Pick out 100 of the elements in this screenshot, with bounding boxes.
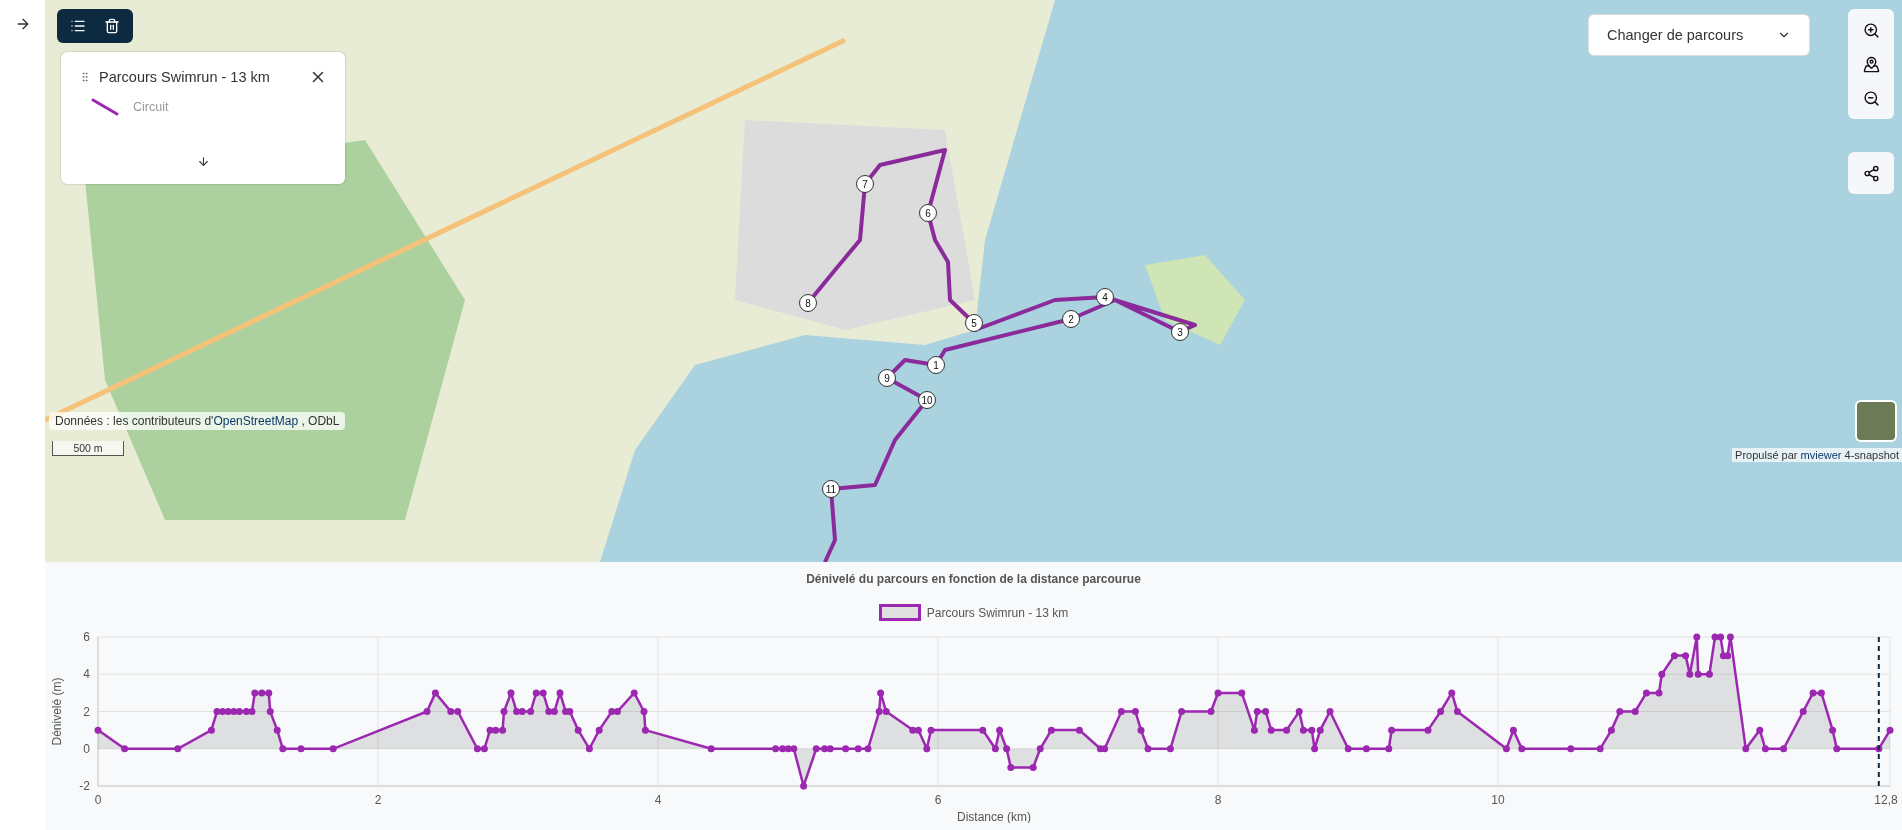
- data-point: [864, 745, 872, 753]
- arrow-down-icon[interactable]: [196, 155, 210, 168]
- data-point: [1655, 689, 1663, 697]
- data-point: [1631, 708, 1639, 715]
- x-tick-label: 4: [654, 793, 662, 807]
- basemap-thumbnail[interactable]: [1855, 400, 1897, 442]
- data-point: [1448, 689, 1456, 697]
- data-point: [1311, 745, 1319, 753]
- drag-handle-icon[interactable]: [79, 71, 91, 83]
- mviewer-link[interactable]: mviewer: [1800, 449, 1842, 461]
- data-point: [1705, 670, 1713, 678]
- x-tick-label: 10: [1491, 793, 1505, 807]
- data-point: [1509, 726, 1517, 734]
- data-point: [1424, 726, 1432, 734]
- data-point: [1761, 745, 1769, 753]
- data-point: [574, 726, 582, 734]
- data-point: [1250, 726, 1258, 734]
- data-point: [1567, 745, 1575, 753]
- data-point: [1047, 726, 1055, 734]
- data-point: [854, 745, 862, 753]
- data-point: [1693, 633, 1701, 641]
- route-select[interactable]: Changer de parcours: [1588, 14, 1810, 56]
- data-point: [1875, 745, 1883, 753]
- data-point: [1007, 763, 1015, 771]
- data-point: [1029, 763, 1037, 771]
- data-point: [329, 745, 337, 753]
- data-point: [1178, 708, 1186, 715]
- data-point: [1799, 708, 1807, 715]
- data-point: [1658, 670, 1666, 678]
- data-point: [1502, 745, 1510, 753]
- data-point: [1207, 708, 1215, 715]
- data-point: [1144, 745, 1152, 753]
- data-point: [1131, 708, 1139, 715]
- y-tick-label: 2: [83, 704, 90, 719]
- y-tick-label: 6: [83, 630, 90, 644]
- openstreetmap-link[interactable]: OpenStreetMap: [213, 414, 299, 428]
- data-point: [266, 708, 274, 715]
- data-point: [279, 745, 287, 753]
- y-tick-label: -2: [79, 779, 90, 793]
- data-point: [641, 726, 649, 734]
- scale-bar: 500 m: [52, 441, 124, 456]
- x-tick-label: 12,8: [1874, 793, 1898, 807]
- data-point: [273, 726, 281, 734]
- panel-title: Parcours Swimrun - 13 km: [99, 69, 271, 85]
- x-tick-label: 2: [374, 793, 382, 807]
- data-point: [500, 708, 508, 715]
- legend-swatch: [878, 604, 921, 621]
- data-point: [1437, 708, 1445, 715]
- data-point: [1003, 745, 1011, 753]
- data-point: [1385, 745, 1393, 753]
- y-tick-label: 4: [83, 667, 90, 682]
- data-point: [630, 689, 638, 697]
- data-point: [1137, 726, 1145, 734]
- data-point: [1886, 726, 1894, 734]
- data-point: [707, 745, 715, 753]
- data-point: [877, 689, 885, 697]
- data-point: [431, 689, 439, 697]
- data-point: [1833, 745, 1841, 753]
- data-point: [207, 726, 215, 734]
- data-point: [1756, 726, 1764, 734]
- data-point: [1075, 726, 1083, 734]
- data-point: [1642, 689, 1650, 697]
- data-point: [1780, 745, 1788, 753]
- chart-title: Dénivelé du parcours en fonction de la distance parcourue: [806, 572, 1141, 586]
- layer-label: Circuit: [133, 100, 169, 114]
- data-point: [1117, 708, 1125, 715]
- data-point: [1344, 745, 1352, 753]
- data-point: [923, 745, 931, 753]
- data-point: [1362, 745, 1370, 753]
- data-point: [979, 726, 987, 734]
- data-point: [423, 708, 431, 715]
- data-point: [297, 745, 305, 753]
- data-point: [94, 726, 102, 734]
- data-point: [585, 745, 593, 753]
- data-point: [1742, 745, 1750, 753]
- legend-label: Parcours Swimrun - 13 km: [926, 605, 1069, 620]
- data-point: [842, 745, 850, 753]
- map-attribution: Données : les contributeurs d'OpenStreetMap , ODbL: [49, 412, 346, 430]
- data-point: [1596, 745, 1604, 753]
- data-point: [1238, 689, 1246, 697]
- y-axis-title: Dénivelé (m): [50, 677, 64, 746]
- data-point: [174, 745, 182, 753]
- data-point: [507, 689, 515, 697]
- data-point: [1283, 726, 1291, 734]
- data-point: [1616, 708, 1624, 715]
- data-point: [1829, 726, 1837, 734]
- data-point: [996, 726, 1004, 734]
- data-point: [1036, 745, 1044, 753]
- y-tick-label: 0: [83, 741, 90, 756]
- data-point: [1214, 689, 1222, 697]
- data-point: [1670, 652, 1678, 660]
- line-symbol-icon: [91, 98, 119, 116]
- credits-text: Propulsé par mviewer 4-snapshot: [1732, 448, 1902, 462]
- data-point: [1267, 726, 1275, 734]
- data-point: [1326, 708, 1334, 715]
- data-point: [1453, 708, 1461, 715]
- data-point: [121, 745, 129, 753]
- data-point: [1682, 652, 1690, 660]
- data-point: [640, 708, 648, 715]
- data-point: [595, 726, 603, 734]
